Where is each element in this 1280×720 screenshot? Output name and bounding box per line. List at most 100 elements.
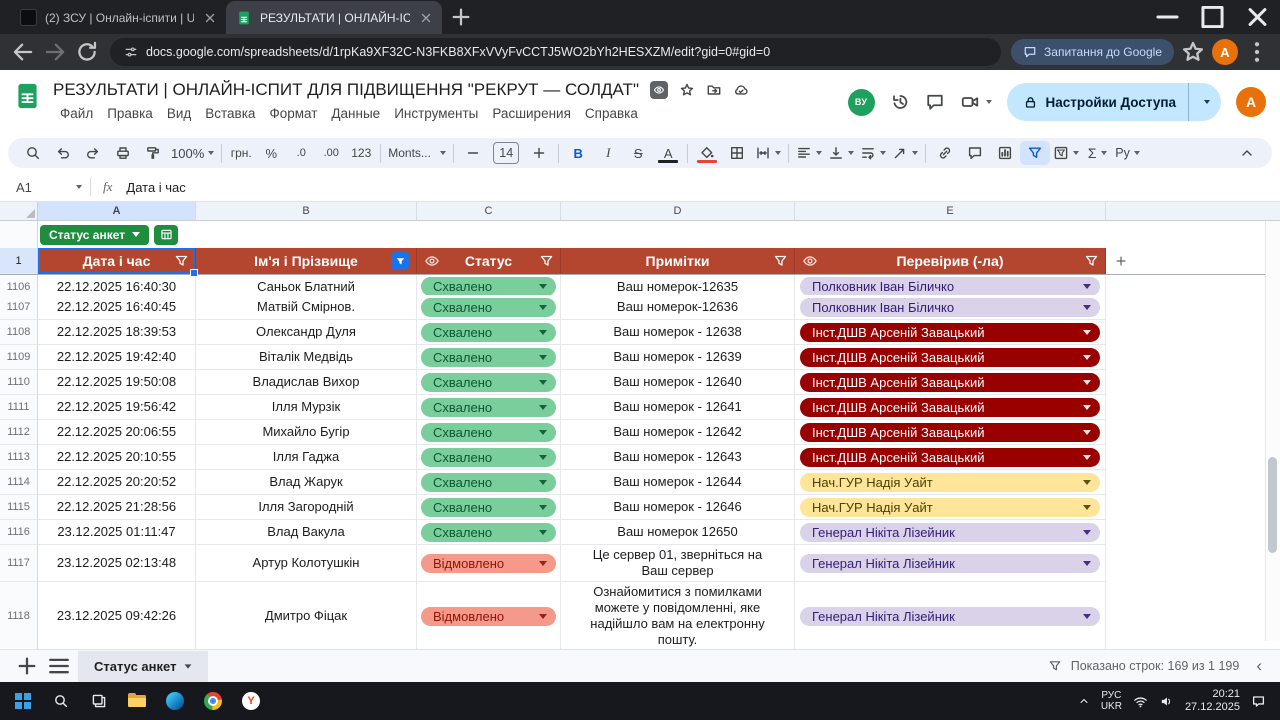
document-title[interactable]: РЕЗУЛЬТАТИ | ОНЛАЙН-ІСПИТ ДЛЯ ПІДВИЩЕННЯ… [53,80,639,100]
format-number-button[interactable]: 123 [346,141,376,165]
cell-date[interactable]: 22.12.2025 19:42:40 [38,345,196,370]
search-icon[interactable] [18,141,48,165]
taskbar-task-view-icon[interactable] [80,682,118,720]
bookmark-icon[interactable] [1180,39,1206,65]
collapse-panel-icon[interactable]: ‹ [1248,656,1270,676]
menu-Вставка[interactable]: Вставка [198,104,262,123]
cell-status[interactable]: Схвалено [417,495,561,520]
insert-comment-icon[interactable] [960,141,990,165]
column-header-B[interactable]: B [196,202,417,221]
cell-name[interactable]: Віталік Медвідь [196,345,417,370]
close-window-button[interactable] [1235,0,1280,34]
back-button[interactable] [10,39,36,65]
menu-Инструменты[interactable]: Инструменты [387,104,485,123]
cell-date[interactable]: 22.12.2025 16:40:45 [38,295,196,320]
bold-button[interactable]: B [563,141,593,165]
py-menu-button[interactable]: Ру [1112,141,1143,165]
header-cell-A[interactable]: Дата і час [38,248,198,277]
add-column-button[interactable] [1114,254,1128,268]
cell-name[interactable]: Саньок Блатний [196,275,417,295]
header-cell-C[interactable]: Статус [417,248,561,274]
cell-date[interactable]: 22.12.2025 19:56:42 [38,395,196,420]
menu-Данные[interactable]: Данные [324,104,387,123]
status-chip[interactable]: Схвалено [421,322,556,342]
cell-reviewer[interactable]: Нач.ГУР Надія Уайт [795,470,1106,495]
paint-format-icon[interactable] [138,141,168,165]
cell-date[interactable]: 23.12.2025 01:11:47 [38,520,196,545]
cell-reviewer[interactable]: Генерал Нікіта Лізейник [795,545,1106,582]
cell-reviewer[interactable]: Інст.ДШВ Арсеній Завацький [795,445,1106,470]
table-menu-button[interactable] [154,224,179,245]
cell-reviewer[interactable]: Інст.ДШВ Арсеній Завацький [795,370,1106,395]
header-cell-D[interactable]: Примітки [561,248,795,274]
network-icon[interactable] [1133,694,1148,709]
filter-button-icon[interactable] [1084,254,1099,269]
menu-Расширения[interactable]: Расширения [485,104,578,123]
redo-icon[interactable] [78,141,108,165]
reviewer-chip[interactable]: Генерал Нікіта Лізейник [800,606,1100,626]
cell-date[interactable]: 22.12.2025 20:20:52 [38,470,196,495]
move-to-folder-icon[interactable] [706,82,722,98]
language-indicator[interactable]: РУС UKR [1101,690,1122,712]
insert-link-icon[interactable] [930,141,960,165]
text-wrap-icon[interactable] [857,141,889,165]
reviewer-chip[interactable]: Нач.ГУР Надія Уайт [800,472,1100,492]
cell-note[interactable]: Це сервер 01, зверніться на Ваш сервер [561,545,795,582]
reviewer-chip[interactable]: Інст.ДШВ Арсеній Завацький [800,347,1100,367]
horizontal-align-icon[interactable] [793,141,825,165]
cell-name[interactable]: Ілля Загородній [196,495,417,520]
select-all-corner[interactable] [0,202,38,221]
url-text[interactable]: docs.google.com/spreadsheets/d/1rpKa9XF3… [146,45,770,59]
header-cell-B[interactable]: Ім'я і Прізвище [196,248,417,274]
taskbar-edge-icon[interactable] [156,682,194,720]
cell-note[interactable]: Ваш номерок 12650 [561,520,795,545]
reviewer-chip[interactable]: Генерал Нікіта Лізейник [800,553,1100,573]
status-chip[interactable]: Відмовлено [421,606,556,626]
cell-note[interactable]: Ваш номерок - 12638 [561,320,795,345]
cell-status[interactable]: Схвалено [417,395,561,420]
menu-Файл[interactable]: Файл [53,104,100,123]
action-center-icon[interactable] [1251,694,1266,709]
cell-note[interactable]: Ваш номерок - 12639 [561,345,795,370]
reviewer-chip[interactable]: Інст.ДШВ Арсеній Завацький [800,372,1100,392]
cell-date[interactable]: 22.12.2025 19:50:08 [38,370,196,395]
browser-profile-avatar[interactable]: A [1212,39,1238,65]
cell-name[interactable]: Ілля Гаджа [196,445,417,470]
cell-status[interactable]: Відмовлено [417,545,561,582]
cell-note[interactable]: Ваш номерок - 12640 [561,370,795,395]
minimize-button[interactable] [1145,0,1190,34]
merge-cells-icon[interactable] [752,141,784,165]
cell-name[interactable]: Матвій Смірнов. [196,295,417,320]
cell-reviewer[interactable]: Інст.ДШВ Арсеній Завацький [795,345,1106,370]
share-dropdown[interactable] [1188,83,1221,121]
reviewer-chip[interactable]: Нач.ГУР Надія Уайт [800,497,1100,517]
new-tab-button[interactable] [448,4,474,30]
cell-reviewer[interactable]: Генерал Нікіта Лізейник [795,520,1106,545]
status-chip[interactable]: Схвалено [421,297,556,317]
column-header-D[interactable]: D [561,202,795,221]
taskbar-chrome-icon[interactable] [194,682,232,720]
status-chip[interactable]: Схвалено [421,397,556,417]
cell-status[interactable]: Схвалено [417,520,561,545]
cell-note[interactable]: Ваш номерок-12635 [561,275,795,295]
cell-reviewer[interactable]: Нач.ГУР Надія Уайт [795,495,1106,520]
taskbar-start-icon[interactable] [4,682,42,720]
increase-decimals-button[interactable]: .00 [316,141,346,165]
cell-status[interactable]: Схвалено [417,295,561,320]
borders-icon[interactable] [722,141,752,165]
text-color-button[interactable]: A [653,141,683,165]
taskbar-search-icon[interactable] [42,682,80,720]
cell-reviewer[interactable]: Інст.ДШВ Арсеній Завацький [795,420,1106,445]
cell-note[interactable]: Ваш номерок - 12641 [561,395,795,420]
browser-tab-active[interactable]: РЕЗУЛЬТАТИ | ОНЛАЙН-ІСПИ [226,1,442,34]
cell-status[interactable]: Схвалено [417,370,561,395]
menu-Справка[interactable]: Справка [578,104,645,123]
ask-google-button[interactable]: Запитання до Google [1011,39,1174,65]
cell-note[interactable]: Ваш номерок - 12643 [561,445,795,470]
column-header-A[interactable]: A [38,202,196,221]
status-chip[interactable]: Схвалено [421,447,556,467]
reviewer-chip[interactable]: Полковник Іван Біличко [800,277,1100,295]
browser-tab-inactive[interactable]: (2) ЗСУ | Онлайн-іспити | UKRA [10,1,226,34]
sheets-logo-icon[interactable] [14,79,41,113]
cell-date[interactable]: 22.12.2025 16:40:30 [38,275,196,295]
